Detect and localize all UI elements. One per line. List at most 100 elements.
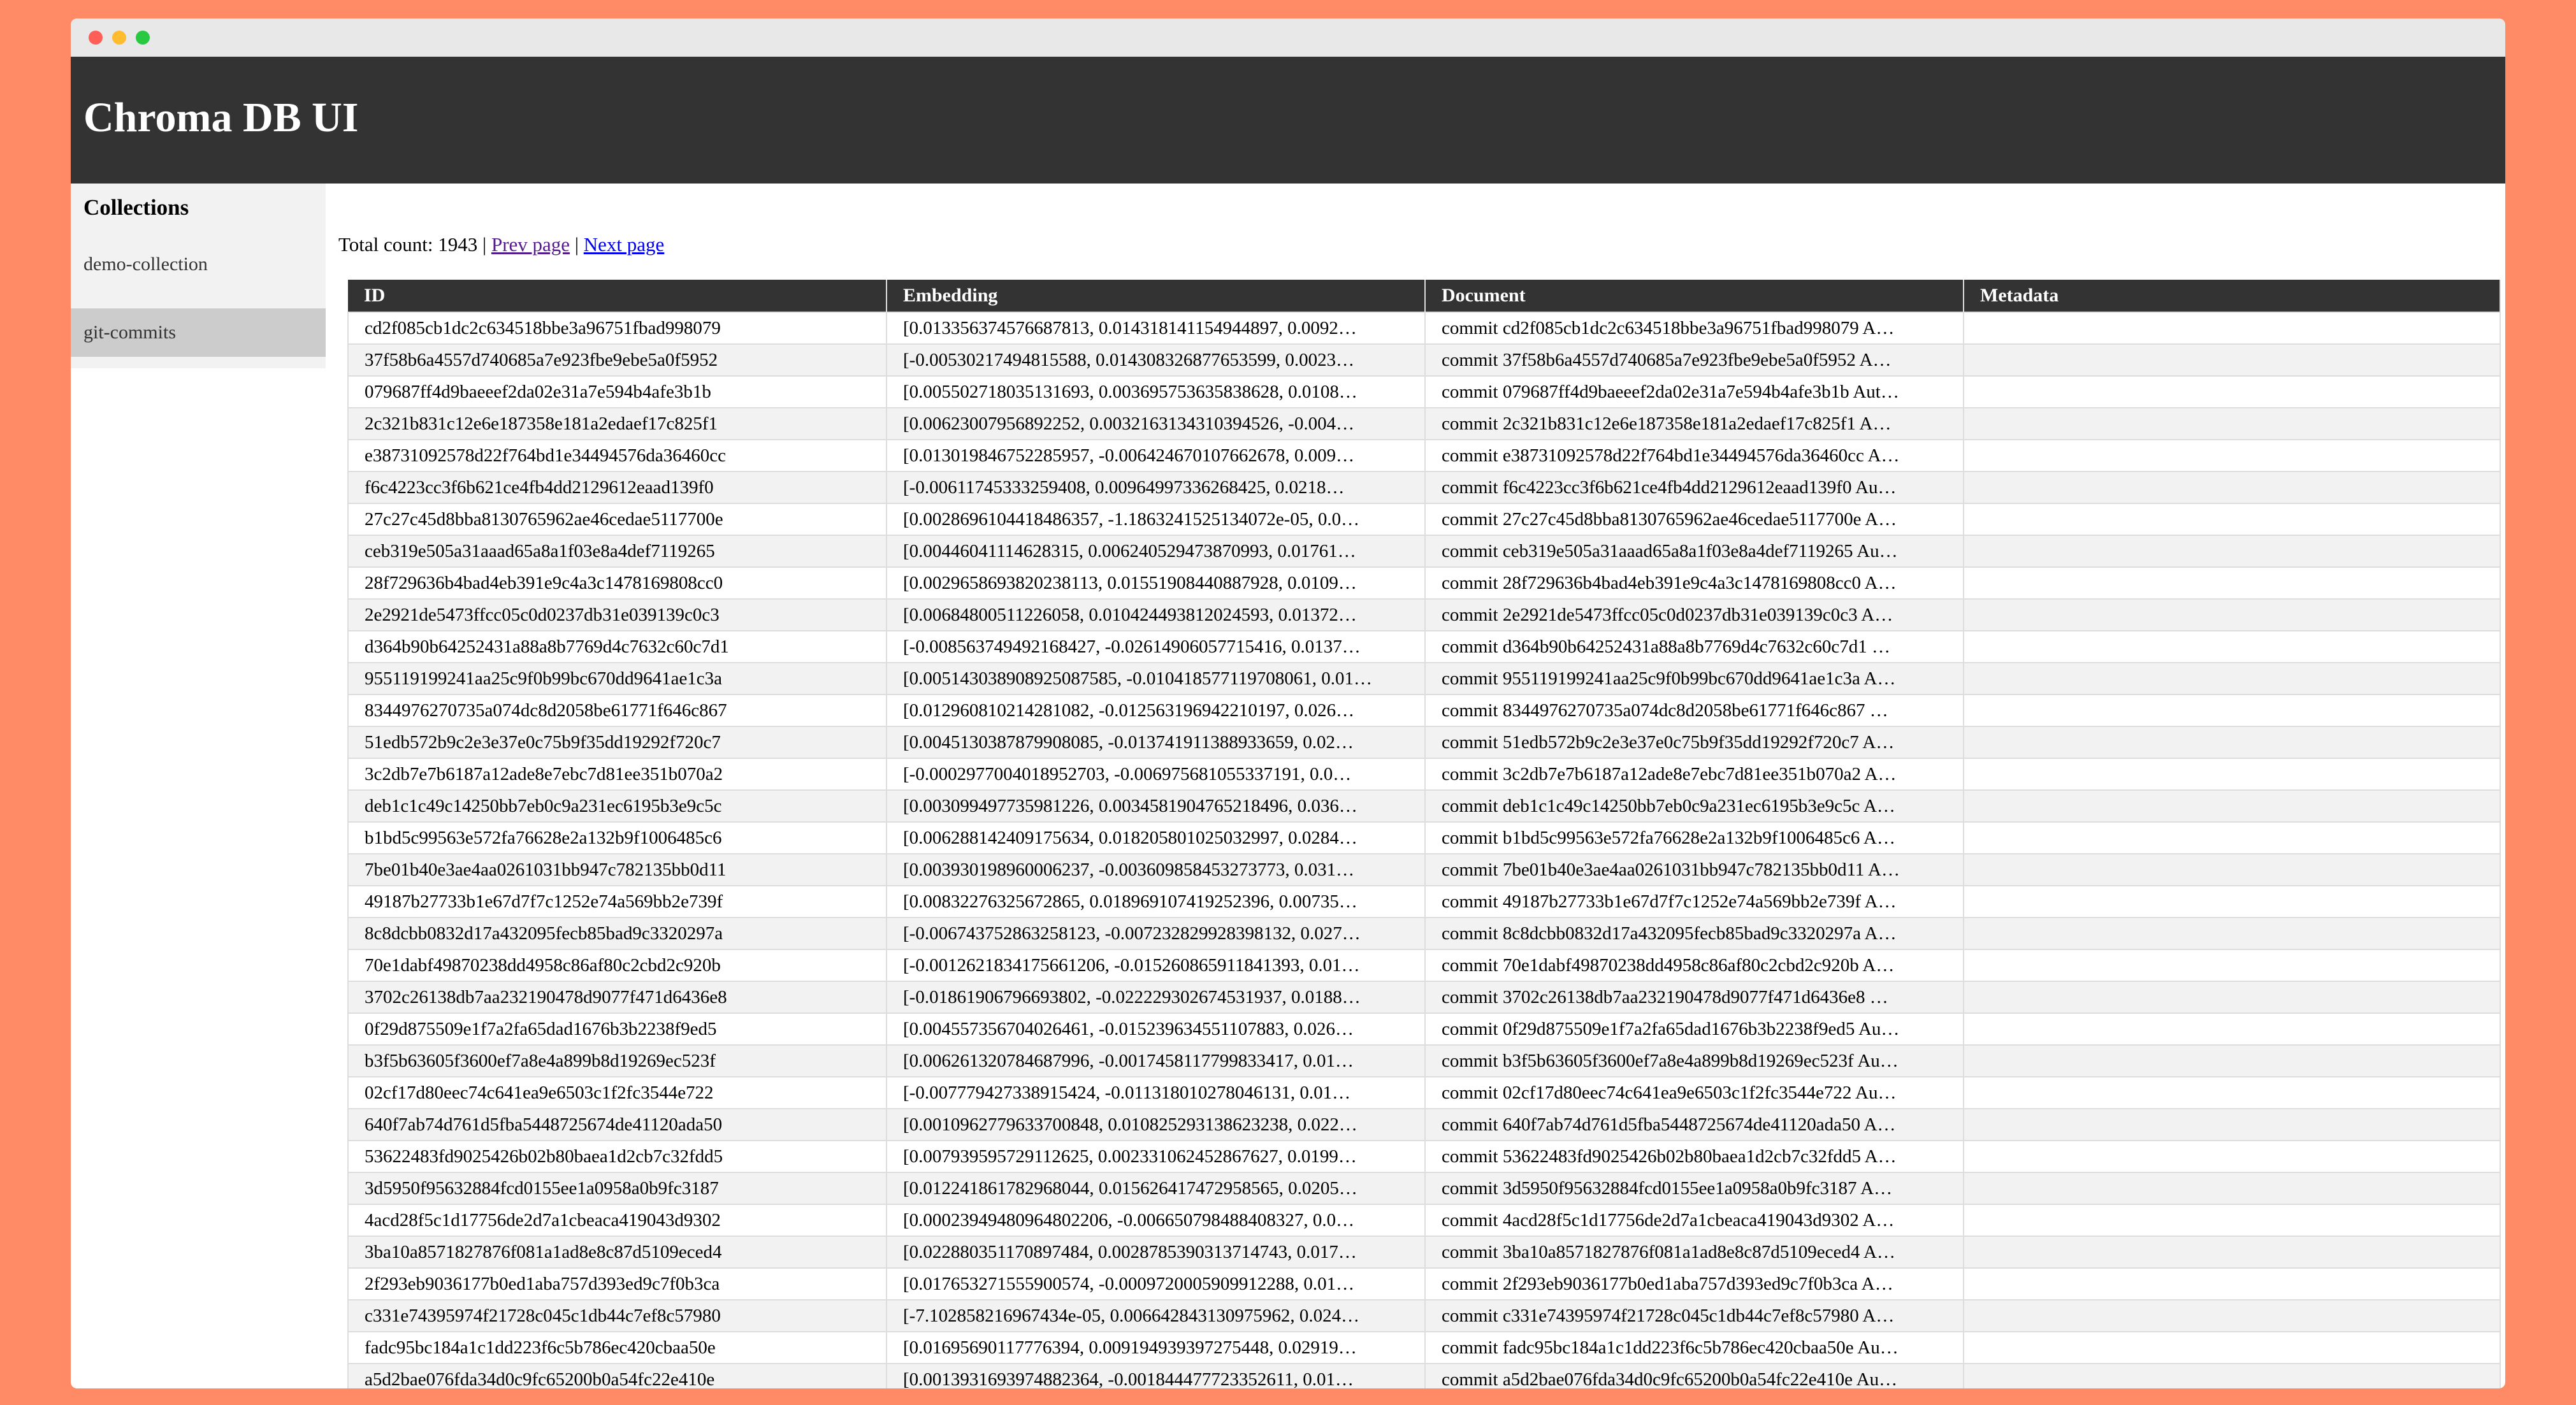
cell-id: ceb319e505a31aaad65a8a1f03e8a4def7119265 bbox=[347, 535, 887, 568]
cell-metadata bbox=[1963, 375, 2501, 408]
cell-embedding: [0.00023949480964802206, -0.006650798488… bbox=[886, 1204, 1426, 1237]
table-row: 28f729636b4bad4eb391e9c4a3c1478169808cc0… bbox=[347, 566, 2501, 600]
cell-metadata bbox=[1963, 694, 2501, 727]
cell-id: 2e2921de5473ffcc05c0d0237db31e039139c0c3 bbox=[347, 598, 887, 631]
collections-sidebar: Collections demo-collection git-commits bbox=[71, 184, 326, 368]
cell-embedding: [-0.001262183417566​1206, -0.01526086591… bbox=[886, 949, 1426, 982]
cell-document: commit 8c8dcbb0832d17a432095fecb85bad9c3… bbox=[1424, 917, 1964, 950]
cell-metadata bbox=[1963, 726, 2501, 759]
table-row: 7be01b40e3ae4aa0261031bb947c782135bb0d11… bbox=[347, 853, 2501, 886]
cell-embedding: [0.0013931693974882364, -0.0018444777233… bbox=[886, 1363, 1426, 1388]
cell-embedding: [0.005502718035131693, 0.003695753635838… bbox=[886, 375, 1426, 408]
cell-embedding: [0.017653271555900574, -0.00097200059099… bbox=[886, 1267, 1426, 1301]
cell-metadata bbox=[1963, 885, 2501, 918]
cell-document: commit 8344976270735a074dc8d2058be61771f… bbox=[1424, 694, 1964, 727]
cell-metadata bbox=[1963, 598, 2501, 631]
table-row: b1bd5c99563e572fa76628e2a132b9f1006485c6… bbox=[347, 821, 2501, 854]
cell-embedding: [0.0010962779633700848, 0.01082529313862… bbox=[886, 1108, 1426, 1141]
column-header-document: Document bbox=[1425, 280, 1964, 312]
cell-id: cd2f085cb1dc2c634518bbe3a96751fbad998079 bbox=[347, 312, 887, 345]
cell-document: commit deb1c1c49c14250bb7eb0c9a231ec6195… bbox=[1424, 789, 1964, 823]
table-row: e38731092578d22f764bd1e34494576da36460cc… bbox=[347, 439, 2501, 472]
cell-id: 27c27c45d8bba8130765962ae46cedae5117700e bbox=[347, 503, 887, 536]
cell-metadata bbox=[1963, 917, 2501, 950]
cell-embedding: [-0.00530217494815588, 0.014308326877653… bbox=[886, 343, 1426, 377]
close-window-icon[interactable] bbox=[89, 31, 103, 45]
cell-metadata bbox=[1963, 503, 2501, 536]
cell-embedding: [0.0045130387879908085, -0.0137419113889… bbox=[886, 726, 1426, 759]
cell-document: commit 079687ff4d9baeeef2da02e31a7e594b4… bbox=[1424, 375, 1964, 408]
table-row: 2e2921de5473ffcc05c0d0237db31e039139c0c3… bbox=[347, 598, 2501, 631]
cell-embedding: [0.0028696104418486357, -1.1863241525134… bbox=[886, 503, 1426, 536]
cell-embedding: [0.004557356704026461, -0.01523963455110… bbox=[886, 1012, 1426, 1046]
cell-document: commit 51edb572b9c2e3e37e0c75b9f35dd1929… bbox=[1424, 726, 1964, 759]
table-row: 8c8dcbb0832d17a432095fecb85bad9c3320297a… bbox=[347, 917, 2501, 950]
cell-metadata bbox=[1963, 789, 2501, 823]
table-row: 4acd28f5c1d17756de2d7a1cbeaca419043d9302… bbox=[347, 1204, 2501, 1237]
cell-metadata bbox=[1963, 1172, 2501, 1205]
cell-embedding: [0.003099497735981226, 0.003458190476521… bbox=[886, 789, 1426, 823]
cell-document: commit 27c27c45d8bba8130765962ae46cedae5… bbox=[1424, 503, 1964, 536]
cell-id: 70e1dabf49870238dd4958c86af80c2cbd2c920b bbox=[347, 949, 887, 982]
minimize-window-icon[interactable] bbox=[112, 31, 126, 45]
cell-embedding: [0.008322763256728​65, 0.018969107419252… bbox=[886, 885, 1426, 918]
table-row: c331e74395974f21728c045c1db44c7ef8c57980… bbox=[347, 1299, 2501, 1332]
cell-embedding: [0.006261320784687996, -0.00174581177998… bbox=[886, 1044, 1426, 1077]
cell-metadata bbox=[1963, 343, 2501, 377]
cell-id: 640f7ab74d761d5fba5448725674de41120ada50 bbox=[347, 1108, 887, 1141]
cell-metadata bbox=[1963, 821, 2501, 854]
cell-metadata bbox=[1963, 407, 2501, 440]
table-header-row: ID Embedding Document Metadata bbox=[348, 280, 2501, 312]
cell-embedding: [0.00623007956892252, 0.0032163134310394… bbox=[886, 407, 1426, 440]
pager-separator: | bbox=[574, 233, 579, 256]
cell-document: commit 2f293eb9036177b0ed1aba757d393ed9c… bbox=[1424, 1267, 1964, 1301]
column-header-id: ID bbox=[348, 280, 887, 312]
cell-embedding: [0.022880351170897484, 0.002878539031371… bbox=[886, 1236, 1426, 1269]
cell-document: commit 2e2921de5473ffcc05c0d0237db31e039… bbox=[1424, 598, 1964, 631]
app-title: Chroma DB UI bbox=[83, 94, 359, 141]
cell-metadata bbox=[1963, 1299, 2501, 1332]
cell-id: 3d5950f95632884fcd0155ee1a0958a0b9fc3187 bbox=[347, 1172, 887, 1205]
table-row: 3ba10a8571827876f081a1ad8e8c87d5109eced4… bbox=[347, 1236, 2501, 1269]
cell-document: commit 28f729636b4bad4eb391e9c4a3c147816… bbox=[1424, 566, 1964, 600]
cell-document: commit 49187b27733b1e67d7f7c1252e74a569b… bbox=[1424, 885, 1964, 918]
cell-embedding: [-0.008563749492168427, -0.0261490605771… bbox=[886, 630, 1426, 663]
cell-document: commit b1bd5c99563e572fa76628e2a132b9f10… bbox=[1424, 821, 1964, 854]
cell-embedding: [-0.007779427338915424, -0.0113180102780… bbox=[886, 1076, 1426, 1109]
cell-metadata bbox=[1963, 949, 2501, 982]
table-row: 2f293eb9036177b0ed1aba757d393ed9c7f0b3ca… bbox=[347, 1267, 2501, 1301]
cell-id: deb1c1c49c14250bb7eb0c9a231ec6195b3e9c5c bbox=[347, 789, 887, 823]
table-row: 49187b27733b1e67d7f7c1252e74a569bb2e739f… bbox=[347, 885, 2501, 918]
cell-id: b3f5b63605f3600ef7a8e4a899b8d19269ec523f bbox=[347, 1044, 887, 1077]
cell-document: commit ceb319e505a31aaad65a8a1f03e8a4def… bbox=[1424, 535, 1964, 568]
cell-id: b1bd5c99563e572fa76628e2a132b9f1006485c6 bbox=[347, 821, 887, 854]
cell-id: 53622483fd9025426b02b80baea1d2cb7c32fdd5 bbox=[347, 1140, 887, 1173]
cell-embedding: [0.012960810214281082, -0.01256319694221… bbox=[886, 694, 1426, 727]
cell-embedding: [0.00446041114628315, 0.0062405294738709… bbox=[886, 535, 1426, 568]
table-row: 53622483fd9025426b02b80baea1d2cb7c32fdd5… bbox=[347, 1140, 2501, 1173]
maximize-window-icon[interactable] bbox=[136, 31, 150, 45]
cell-embedding: [0.012241861782968044, 0.015626417472958… bbox=[886, 1172, 1426, 1205]
cell-metadata bbox=[1963, 1331, 2501, 1364]
cell-embedding: [0.007939595729112625, 0.002331062452867… bbox=[886, 1140, 1426, 1173]
cell-document: commit 955119199241aa25c9f0b99bc670dd964… bbox=[1424, 662, 1964, 695]
next-page-link[interactable]: Next page bbox=[584, 233, 665, 256]
table-row: 2c321b831c12e6e187358e181a2edaef17c825f1… bbox=[347, 407, 2501, 440]
sidebar-item-git-commits[interactable]: git-commits bbox=[71, 308, 326, 357]
table-row: d364b90b64252431a88a8b7769d4c7632c60c7d1… bbox=[347, 630, 2501, 663]
cell-metadata bbox=[1963, 1012, 2501, 1046]
cell-embedding: [-0.0002977004018952703, -0.006975681055… bbox=[886, 758, 1426, 791]
cell-document: commit 2c321b831c12e6e187358e181a2edaef1… bbox=[1424, 407, 1964, 440]
cell-embedding: [0.013019846752285957, -0.00642467010766… bbox=[886, 439, 1426, 472]
sidebar-item-demo-collection[interactable]: demo-collection bbox=[71, 240, 326, 289]
table-row: 640f7ab74d761d5fba5448725674de41120ada50… bbox=[347, 1108, 2501, 1141]
cell-id: d364b90b64252431a88a8b7769d4c7632c60c7d1 bbox=[347, 630, 887, 663]
cell-embedding: [0.013356374576687813, 0.014318141154944… bbox=[886, 312, 1426, 345]
cell-id: 3c2db7e7b6187a12ade8e7ebc7d81ee351b070a2 bbox=[347, 758, 887, 791]
table-row: fadc95bc184a1c1dd223f6c5b786ec420cbaa50e… bbox=[347, 1331, 2501, 1364]
table-row: cd2f085cb1dc2c634518bbe3a96751fbad998079… bbox=[347, 312, 2501, 345]
cell-id: 0f29d875509e1f7a2fa65dad1676b3b2238f9ed5 bbox=[347, 1012, 887, 1046]
cell-id: 8c8dcbb0832d17a432095fecb85bad9c3320297a bbox=[347, 917, 887, 950]
prev-page-link[interactable]: Prev page bbox=[491, 233, 570, 256]
cell-metadata bbox=[1963, 630, 2501, 663]
